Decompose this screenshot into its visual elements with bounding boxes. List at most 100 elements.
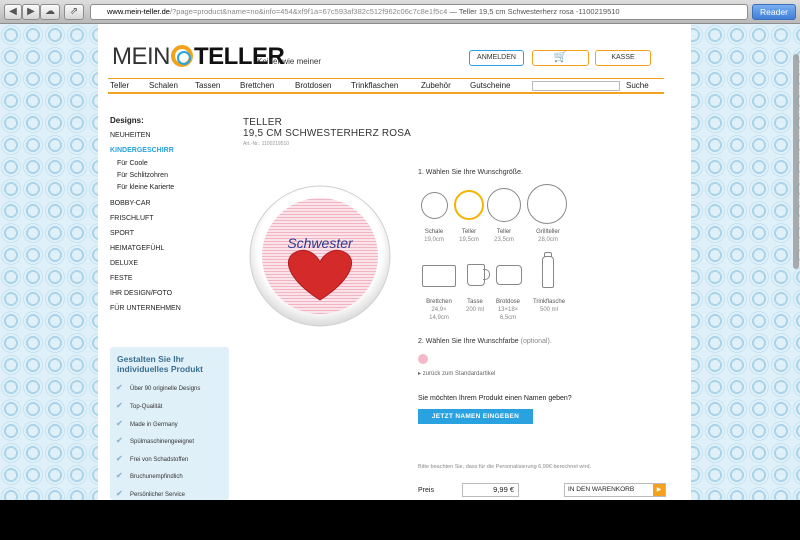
product-type-name: Brotdose: [495, 299, 520, 305]
feature-item: ✔ Bruchunempfindlich: [116, 471, 183, 480]
enter-name-button[interactable]: JETZT NAMEN EINGEBEN: [418, 409, 533, 424]
check-icon: ✔: [116, 436, 123, 445]
nav-item-gutscheine[interactable]: Gutscheine: [470, 81, 510, 90]
color-step-label: 2. Wählen Sie Ihre Wunschfarbe (optional…: [418, 338, 552, 345]
size-grillteller-label: Grillteller 28,0cm: [526, 228, 570, 244]
trinkflasche-label: Trinkflasche 500 ml: [526, 298, 572, 314]
sidebar-item-frischluft[interactable]: FRISCHLUFT: [110, 215, 154, 222]
add-to-cart-button[interactable]: IN DEN WARENKORB ▶: [564, 483, 666, 497]
product-type-name: Tasse: [467, 299, 483, 305]
feature-item: ✔ Frei von Schadstoffen: [116, 454, 188, 463]
main-nav: Teller Schalen Tassen Brettchen Brotdose…: [108, 78, 664, 94]
product-type-dim: 200 ml: [465, 307, 484, 313]
size-name: Grillteller: [536, 229, 560, 235]
size-name: Teller: [461, 229, 477, 235]
nav-item-teller[interactable]: Teller: [110, 81, 129, 90]
size-dim: 19,0cm: [424, 237, 444, 243]
nav-item-brotdosen[interactable]: Brotdosen: [295, 81, 331, 90]
address-bar[interactable]: www.mein-teller.de/?page=product&name=no…: [90, 4, 748, 20]
back-button[interactable]: ◀: [4, 4, 22, 20]
sidebar-item-deluxe[interactable]: DELUXE: [110, 260, 138, 267]
title-separator: —: [449, 7, 457, 16]
trinkflasche-icon[interactable]: [542, 256, 554, 288]
tagline: Keiner wie meiner: [257, 57, 322, 66]
size-teller-195-label: Teller 19,5cm: [449, 228, 489, 244]
cart-icon: 🛒: [553, 51, 568, 63]
search-label[interactable]: Suche: [626, 81, 649, 90]
check-icon: ✔: [116, 401, 123, 410]
sidebar-item-fuer-schlitzohren[interactable]: Für Schlitzohren: [117, 172, 168, 179]
reset-link-label: zurück zum Standardartikel: [422, 371, 496, 377]
cloud-icon[interactable]: ☁: [40, 4, 60, 20]
brettchen-label: Brettchen 24,9× 14,9cm: [418, 298, 460, 322]
article-number: Art.-Nr.: 1100219510: [243, 141, 290, 147]
brettchen-icon[interactable]: [422, 265, 456, 287]
cart-button[interactable]: 🛒: [532, 50, 589, 66]
name-question: Sie möchten Ihrem Produkt einen Namen ge…: [418, 395, 572, 402]
size-dim: 19,5cm: [459, 237, 479, 243]
product-type-name: Brettchen: [426, 299, 452, 305]
size-teller-235-option[interactable]: [487, 188, 521, 222]
product-type-dim2: 14,9cm: [429, 315, 449, 321]
login-button[interactable]: ANMELDEN: [469, 50, 524, 66]
sidebar-item-fuer-coole[interactable]: Für Coole: [117, 160, 148, 167]
product-type-dim2: 6,5cm: [499, 315, 517, 321]
reader-button[interactable]: Reader: [752, 4, 796, 20]
product-type-dim: 13×18×: [497, 307, 519, 313]
sidebar-item-feste[interactable]: FESTE: [110, 275, 133, 282]
nav-item-brettchen[interactable]: Brettchen: [240, 81, 274, 90]
feature-label: Über 90 originelle Designs: [130, 386, 201, 392]
sidebar-item-bobby-car[interactable]: BOBBY-CAR: [110, 200, 151, 207]
sidebar-item-ihr-design[interactable]: IHR DESIGN/FOTO: [110, 290, 172, 297]
feature-item: ✔ Top-Qualität: [116, 401, 162, 410]
nav-item-tassen[interactable]: Tassen: [195, 81, 220, 90]
scrollbar[interactable]: [793, 54, 799, 269]
size-dim: 28,0cm: [538, 237, 558, 243]
url-path: /?page=product&name=no&info=454&xf9f1a=6…: [169, 7, 448, 16]
sidebar-item-neuheiten[interactable]: NEUHEITEN: [110, 132, 150, 139]
sidebar-item-fuer-unternehmen[interactable]: FÜR UNTERNEHMEN: [110, 305, 181, 312]
sidebar-item-kindergeschirr[interactable]: KINDERGESCHIRR: [110, 147, 174, 154]
browser-toolbar: ◀ ▶ ☁ ⇗ www.mein-teller.de/?page=product…: [0, 0, 800, 24]
price-label: Preis: [418, 487, 434, 494]
feature-item: ✔ Made in Germany: [116, 419, 178, 428]
feature-item: ✔ Spülmaschinengeeignet: [116, 436, 194, 445]
color-step-optional: (optional).: [520, 338, 552, 345]
sidebar-item-sport[interactable]: SPORT: [110, 230, 134, 237]
tasse-label: Tasse 200 ml: [460, 298, 490, 314]
size-name: Teller: [496, 229, 512, 235]
reset-to-standard-link[interactable]: ▸ zurück zum Standardartikel: [418, 370, 495, 377]
personalization-note: Bitte beachten Sie, dass für die Persona…: [418, 464, 592, 470]
sidebar-item-heimatgefuehl[interactable]: HEIMATGEFÜHL: [110, 245, 164, 252]
nav-item-trinkflaschen[interactable]: Trinkflaschen: [351, 81, 398, 90]
checkout-button[interactable]: KASSE: [595, 50, 651, 66]
size-grillteller-option[interactable]: [527, 184, 567, 224]
brotdose-label: Brotdose 13×18× 6,5cm: [490, 298, 526, 322]
check-icon: ✔: [116, 471, 123, 480]
forward-button[interactable]: ▶: [22, 4, 40, 20]
product-title: 19,5 CM SCHWESTERHERZ ROSA: [243, 128, 412, 139]
product-type-dim: 24,9×: [431, 307, 447, 313]
size-schale-option[interactable]: [421, 192, 448, 219]
color-swatch-rosa[interactable]: [418, 354, 428, 364]
check-icon: ✔: [116, 489, 123, 498]
sidebar-item-fuer-kleine-karierte[interactable]: Für kleine Karierte: [117, 184, 174, 191]
shop-page: MEIN TELLER Keiner wie meiner ANMELDEN 🛒 …: [98, 24, 691, 500]
brotdose-icon[interactable]: [496, 265, 522, 285]
size-schale-label: Schale 19,0cm: [414, 228, 454, 244]
nav-item-schalen[interactable]: Schalen: [149, 81, 178, 90]
arrow-right-icon: ▶: [653, 484, 665, 496]
price-value: 9,99 €: [462, 483, 519, 497]
tasse-handle: [483, 269, 490, 280]
feature-label: Persönlicher Service: [130, 492, 186, 498]
share-icon[interactable]: ⇗: [64, 4, 84, 20]
info-box-title: Gestalten Sie Ihr individuelles Produkt: [117, 354, 203, 374]
size-teller-195-option[interactable]: [454, 190, 484, 220]
product-image[interactable]: Schwester: [248, 184, 393, 329]
designs-title: Designs:: [110, 116, 144, 125]
search-input[interactable]: [532, 81, 620, 91]
color-step-text: 2. Wählen Sie Ihre Wunschfarbe: [418, 338, 519, 345]
url-host: www.mein-teller.de: [107, 7, 170, 16]
nav-item-zubehoer[interactable]: Zubehör: [421, 81, 451, 90]
feature-label: Spülmaschinengeeignet: [130, 439, 195, 445]
